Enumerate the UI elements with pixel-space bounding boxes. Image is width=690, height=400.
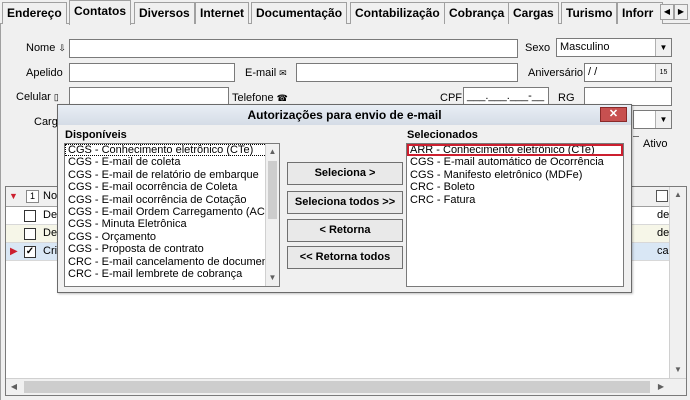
scroll-thumb[interactable] <box>268 161 277 219</box>
sexo-select[interactable]: Masculino ▼ <box>556 38 672 57</box>
list-item[interactable]: CGS - Conhecimento eletrônico (CTe) <box>65 144 279 157</box>
apelido-input[interactable] <box>69 63 235 82</box>
list-item[interactable]: CGS - E-mail ocorrência de Cotação <box>65 194 279 206</box>
list-item[interactable]: CGS - E-mail Ordem Carregamento (ACT) <box>65 206 279 218</box>
phone-icon: ☎ <box>276 92 288 103</box>
sort-icon: ⇩ <box>58 42 66 53</box>
tab-bar: Endereço Contatos Diversos Internet Docu… <box>0 0 690 25</box>
row-checkbox[interactable] <box>24 228 36 240</box>
aniversario-field[interactable]: / / 15 <box>584 63 672 82</box>
mobile-phone-icon: ▯ <box>53 91 59 102</box>
filter-triangle-icon[interactable]: ▼ <box>9 191 18 201</box>
scroll-thumb[interactable] <box>24 381 650 393</box>
email-authorization-dialog: Autorizações para envio de e-mail ✕ Disp… <box>57 104 632 293</box>
list-item[interactable]: CGS - E-mail de relatório de embarque <box>65 169 279 181</box>
tab-cobranca[interactable]: Cobrança <box>444 2 510 24</box>
tab-internet[interactable]: Internet <box>195 2 250 24</box>
divider <box>633 136 639 139</box>
list-item[interactable]: ARR - Conhecimento eletrônico (CTe) <box>407 144 623 157</box>
apelido-label: Apelido <box>26 67 63 79</box>
scroll-up-icon[interactable]: ▲ <box>670 187 686 203</box>
list-item[interactable]: CRC - E-mail lembrete de cobrança <box>65 268 279 280</box>
grid-vertical-scrollbar[interactable]: ▲ ▼ <box>669 187 686 395</box>
cpf-label: CPF <box>440 92 462 104</box>
arrow-right-icon: ▶ <box>677 7 685 16</box>
list-item[interactable]: CGS - E-mail automático de Ocorrência <box>407 156 623 168</box>
current-row-indicator-icon: ▶ <box>10 246 18 257</box>
celular-label: Celular ▯ <box>16 91 59 103</box>
arrow-left-icon: ◀ <box>663 7 671 16</box>
telefone-label: Telefone ☎ <box>232 92 288 104</box>
tab-scroll-left-button[interactable]: ◀ <box>660 4 674 20</box>
sort-number-icon[interactable]: 1 <box>26 190 39 203</box>
list-item[interactable]: CRC - Fatura <box>407 194 623 206</box>
tab-turismo[interactable]: Turismo <box>561 2 618 24</box>
scroll-up-icon[interactable]: ▲ <box>266 144 279 160</box>
select-all-button[interactable]: Seleciona todos >> <box>287 191 403 214</box>
grid-horizontal-scrollbar[interactable]: ◀ ▶ <box>6 378 686 395</box>
envelope-icon: ✉ <box>279 67 287 78</box>
tab-endereco[interactable]: Endereço <box>2 2 67 24</box>
return-all-button[interactable]: << Retorna todos <box>287 246 403 269</box>
list-item[interactable]: CGS - Proposta de contrato <box>65 243 279 255</box>
scroll-right-icon[interactable]: ▶ <box>653 379 669 395</box>
list-item[interactable]: CGS - Minuta Eletrônica <box>65 218 279 230</box>
selected-listbox[interactable]: ARR - Conhecimento eletrônico (CTe) CGS … <box>406 143 624 287</box>
return-button[interactable]: < Retorna <box>287 219 403 242</box>
email-field[interactable] <box>296 63 518 82</box>
dialog-title: Autorizações para envio de e-mail <box>58 105 631 125</box>
list-item[interactable]: CGS - Orçamento <box>65 231 279 243</box>
tab-cargas[interactable]: Cargas <box>508 2 559 24</box>
selected-label: Selecionados <box>407 129 478 141</box>
tab-documentacao[interactable]: Documentação <box>251 2 348 24</box>
tab-contatos[interactable]: Contatos <box>69 0 131 25</box>
row-checkbox[interactable] <box>24 210 36 222</box>
sexo-label: Sexo <box>525 42 551 54</box>
scroll-down-icon[interactable]: ▼ <box>266 270 279 286</box>
scroll-down-icon[interactable]: ▼ <box>670 362 686 378</box>
column-header-nome[interactable]: No <box>43 190 57 202</box>
available-listbox[interactable]: CGS - Conhecimento eletrônico (CTe) CGS … <box>64 143 280 287</box>
available-scrollbar[interactable]: ▲ ▼ <box>265 144 279 286</box>
list-item[interactable]: CRC - E-mail cancelamento de documento <box>65 256 279 268</box>
close-icon: ✕ <box>608 108 619 120</box>
list-item[interactable]: CGS - E-mail ocorrência de Coleta <box>65 181 279 193</box>
email-label: E-mail ✉ <box>245 67 287 79</box>
column-settings-icon[interactable] <box>656 190 668 202</box>
list-item[interactable]: CGS - Manifesto eletrônico (MDFe) <box>407 169 623 181</box>
cargo-label: Carg <box>34 116 58 128</box>
tab-diversos[interactable]: Diversos <box>134 2 195 24</box>
list-item[interactable]: CGS - E-mail de coleta <box>65 156 279 168</box>
aniversario-label: Aniversário <box>528 67 584 79</box>
close-button[interactable]: ✕ <box>600 107 627 122</box>
nome-label: Nome ⇩ <box>26 42 66 54</box>
calendar-icon[interactable]: 15 <box>655 64 671 81</box>
tab-informacoes[interactable]: Inforr <box>617 2 663 24</box>
scroll-left-icon[interactable]: ◀ <box>6 379 22 395</box>
tab-scroll-right-button[interactable]: ▶ <box>674 4 688 20</box>
tab-contabilizacao[interactable]: Contabilização <box>350 2 445 24</box>
ativo-label: Ativo <box>643 138 668 150</box>
row-checkbox[interactable]: ✓ <box>24 246 36 258</box>
rg-label: RG <box>558 92 575 104</box>
cargo-select[interactable]: ▼ <box>633 110 672 129</box>
available-label: Disponíveis <box>65 129 127 141</box>
chevron-down-icon[interactable]: ▼ <box>655 39 671 56</box>
chevron-down-icon[interactable]: ▼ <box>655 111 671 128</box>
select-button[interactable]: Seleciona > <box>287 162 403 185</box>
list-item[interactable]: CRC - Boleto <box>407 181 623 193</box>
nome-input[interactable] <box>69 39 518 58</box>
